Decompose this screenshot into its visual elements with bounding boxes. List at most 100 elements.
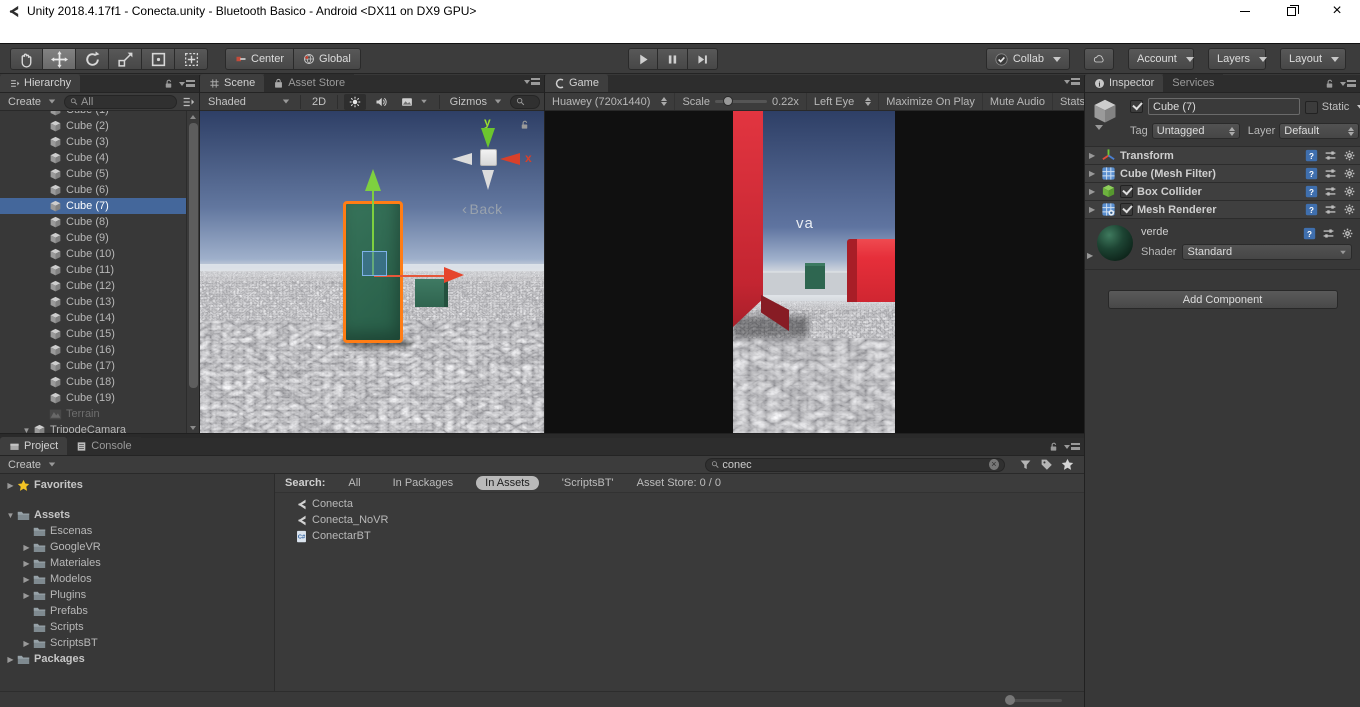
preset-icon[interactable] (1324, 149, 1337, 162)
view-direction-label[interactable]: ‹Back (462, 201, 503, 218)
expander-icon[interactable] (4, 481, 17, 490)
hierarchy-item[interactable]: Cube (1) (0, 111, 199, 118)
stats-button[interactable]: Stats (1053, 93, 1084, 110)
pivot-global-button[interactable]: Global (294, 48, 361, 70)
close-button[interactable]: × (1314, 0, 1360, 22)
expander-icon[interactable] (20, 575, 33, 584)
search-by-label-icon[interactable] (1040, 458, 1053, 471)
scroll-down-icon[interactable] (187, 422, 199, 433)
lock-icon[interactable] (163, 78, 174, 89)
help-icon[interactable] (1305, 185, 1318, 198)
tab-project[interactable]: Project (0, 437, 67, 455)
restore-button[interactable] (1268, 0, 1314, 22)
expander-icon[interactable] (4, 511, 17, 520)
hierarchy-item[interactable]: Cube (7) (0, 198, 199, 214)
hierarchy-item[interactable]: Cube (14) (0, 310, 199, 326)
component-header[interactable]: Mesh Renderer (1085, 200, 1360, 219)
scene-small-cube[interactable] (415, 279, 448, 307)
expander-icon[interactable] (1089, 169, 1101, 178)
orientation-gizmo[interactable]: y x (450, 115, 544, 215)
hierarchy-item[interactable]: Cube (10) (0, 246, 199, 262)
filter-all[interactable]: All (339, 476, 369, 490)
tab-game[interactable]: Game (545, 74, 608, 92)
hierarchy-item[interactable]: Cube (15) (0, 326, 199, 342)
scale-slider[interactable] (715, 100, 767, 103)
hierarchy-search-field[interactable] (81, 96, 171, 108)
gear-icon[interactable] (1341, 227, 1354, 240)
project-tree-item[interactable]: Packages (0, 651, 274, 667)
scrollbar-thumb[interactable] (189, 123, 198, 388)
hierarchy-item[interactable]: Terrain (0, 406, 199, 422)
filter-scope[interactable]: 'ScriptsBT' (553, 476, 623, 490)
panel-menu-icon[interactable] (1064, 78, 1080, 85)
project-tree-item[interactable]: Escenas (0, 523, 274, 539)
expander-icon[interactable] (20, 543, 33, 552)
gizmo-x-cone-icon[interactable] (500, 153, 520, 165)
hierarchy-item[interactable]: Cube (4) (0, 150, 199, 166)
scene-viewport[interactable]: y x ‹Back (200, 111, 544, 433)
expander-icon[interactable] (4, 655, 17, 664)
component-header[interactable]: Box Collider (1085, 182, 1360, 201)
component-enabled-checkbox[interactable] (1120, 185, 1133, 198)
project-tree-item[interactable]: Scripts (0, 619, 274, 635)
component-header[interactable]: Cube (Mesh Filter) (1085, 164, 1360, 183)
scale-tool-button[interactable] (109, 48, 142, 70)
tab-inspector[interactable]: Inspector (1085, 74, 1163, 92)
tab-scene[interactable]: Scene (200, 74, 264, 92)
clear-search-icon[interactable]: × (989, 459, 999, 470)
hierarchy-item[interactable]: Cube (13) (0, 294, 199, 310)
gizmo-xy-plane-handle[interactable] (362, 251, 387, 276)
transform-tool-button[interactable] (175, 48, 208, 70)
gear-icon[interactable] (1343, 167, 1356, 180)
hierarchy-item[interactable]: Cube (3) (0, 134, 199, 150)
gizmo-y-arrow-icon[interactable] (365, 169, 381, 191)
step-button[interactable] (688, 48, 718, 70)
filter-in-packages[interactable]: In Packages (384, 476, 463, 490)
hierarchy-item[interactable]: Cube (17) (0, 358, 199, 374)
maximize-on-play-button[interactable]: Maximize On Play (879, 93, 983, 110)
expander-icon[interactable] (20, 559, 33, 568)
project-tree-item[interactable]: Assets (0, 507, 274, 523)
move-tool-button[interactable] (43, 48, 76, 70)
component-enabled-checkbox[interactable] (1120, 203, 1133, 216)
expander-icon[interactable] (20, 591, 33, 600)
tab-console[interactable]: Console (67, 437, 140, 455)
draw-mode-dropdown[interactable]: Shaded (204, 94, 294, 110)
gizmos-dropdown[interactable]: Gizmos (446, 94, 506, 110)
tab-asset-store[interactable]: Asset Store (264, 74, 354, 92)
tab-hierarchy[interactable]: Hierarchy (0, 74, 80, 92)
panel-menu-icon[interactable] (179, 80, 195, 87)
expander-icon[interactable] (20, 639, 33, 648)
hierarchy-item[interactable]: Cube (12) (0, 278, 199, 294)
help-icon[interactable] (1305, 149, 1318, 162)
gizmo-down-cone-icon[interactable] (482, 170, 494, 190)
gear-icon[interactable] (1343, 203, 1356, 216)
hand-tool-button[interactable] (10, 48, 43, 70)
mute-audio-button[interactable]: Mute Audio (983, 93, 1053, 110)
scene-search-input[interactable] (510, 95, 540, 109)
pivot-center-button[interactable]: Center (225, 48, 294, 70)
component-header[interactable]: Transform (1085, 146, 1360, 165)
expander-icon[interactable] (20, 426, 33, 434)
gameobject-icon-selector[interactable] (1091, 98, 1125, 128)
search-by-type-icon[interactable] (1019, 458, 1032, 471)
cloud-button[interactable] (1084, 48, 1114, 70)
help-icon[interactable] (1303, 227, 1316, 240)
panel-menu-icon[interactable] (524, 78, 540, 85)
panel-menu-icon[interactable] (1340, 80, 1356, 87)
hierarchy-search-input[interactable] (64, 95, 177, 109)
gizmo-y-cone-icon[interactable] (481, 128, 495, 148)
project-search-input[interactable]: × (705, 458, 1005, 472)
lock-icon[interactable] (1324, 78, 1335, 89)
hierarchy-item[interactable]: Cube (19) (0, 390, 199, 406)
hierarchy-item[interactable]: TripodeCamara (0, 422, 199, 433)
scroll-up-icon[interactable] (187, 111, 199, 122)
preset-icon[interactable] (1324, 167, 1337, 180)
thumbnail-zoom-slider[interactable] (1007, 699, 1062, 702)
expander-icon[interactable] (1089, 205, 1101, 214)
hierarchy-sort-icon[interactable] (181, 95, 195, 109)
game-viewport[interactable]: va (545, 111, 1084, 433)
tag-dropdown[interactable]: Untagged (1152, 123, 1240, 139)
panel-menu-icon[interactable] (1064, 443, 1080, 450)
scene-audio-button[interactable] (370, 94, 392, 110)
